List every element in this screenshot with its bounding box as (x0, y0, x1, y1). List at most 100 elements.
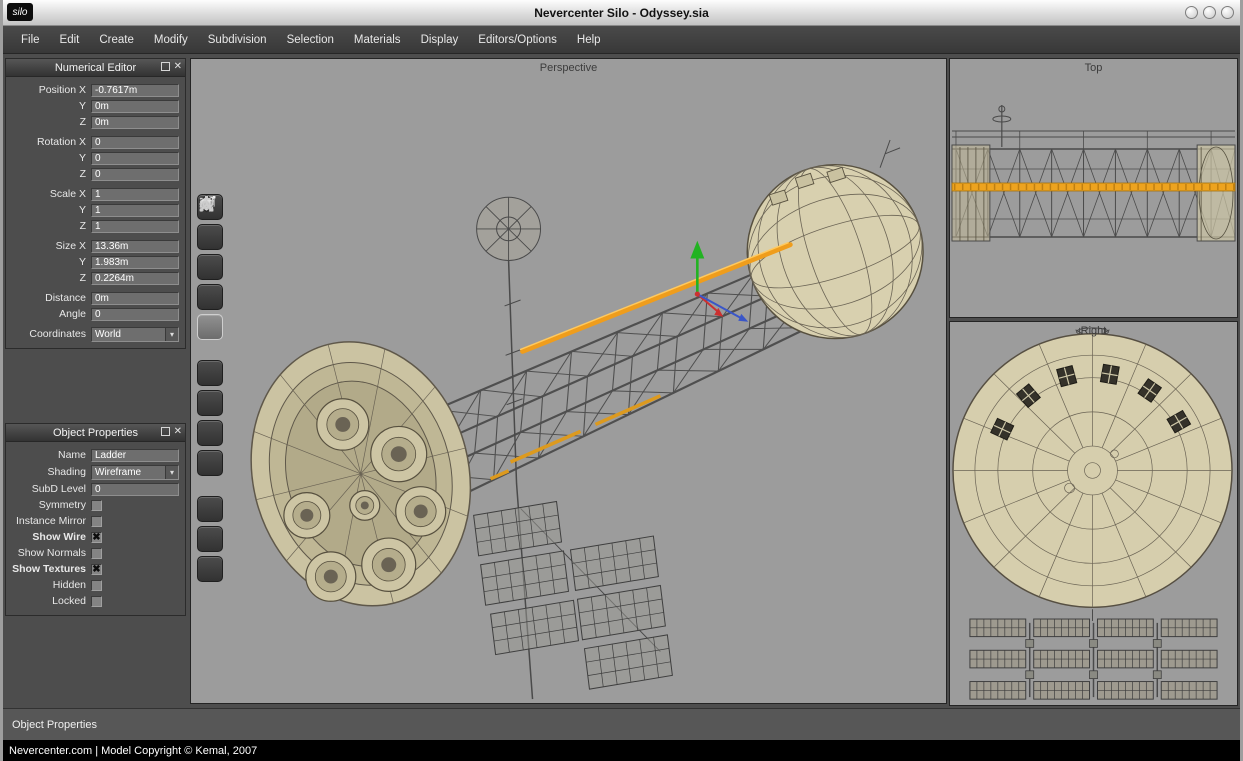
right-canvas[interactable] (950, 322, 1237, 705)
field-label: Scale X (8, 188, 86, 200)
field-label: Distance (8, 292, 86, 304)
field-label: Angle (8, 308, 86, 320)
spacecraft-model (224, 140, 946, 699)
scale-y-input[interactable] (91, 204, 179, 217)
checkbox-label: Show Textures (8, 563, 86, 575)
show-textures-checkbox[interactable] (91, 564, 102, 575)
panel-title: Object Properties (6, 427, 185, 439)
truss (429, 255, 812, 502)
checkbox-label: Locked (8, 595, 86, 607)
right-view-solar-panels (970, 619, 1217, 699)
chevron-down-icon (165, 466, 178, 479)
show-wire-checkbox[interactable] (91, 532, 102, 543)
checkbox-label: Hidden (8, 579, 86, 591)
viewport-label-top: Top (950, 62, 1237, 74)
field-label: Z (8, 220, 86, 232)
close-panel-icon[interactable] (174, 426, 182, 437)
checkbox-label: Instance Mirror (8, 515, 86, 527)
rotation-z-input[interactable] (91, 168, 179, 181)
lasso-select-button[interactable] (197, 556, 223, 582)
field-label: Size X (8, 240, 86, 252)
panel-title: Numerical Editor (6, 62, 185, 74)
shading-value: Wireframe (95, 467, 141, 478)
footer-bar: Nevercenter.com | Model Copyright © Kema… (3, 740, 1240, 761)
field-label: Coordinates (8, 328, 86, 340)
left-panel-column: Numerical Editor Position X Y Z Rotation… (4, 56, 188, 706)
top-view-ladder (952, 183, 1235, 191)
scale-x-input[interactable] (91, 188, 179, 201)
show-normals-checkbox[interactable] (91, 548, 102, 559)
menu-edit[interactable]: Edit (50, 26, 90, 54)
menu-modify[interactable]: Modify (144, 26, 198, 54)
shading-dropdown[interactable]: Wireframe (91, 465, 179, 480)
instance-mirror-checkbox[interactable] (91, 516, 102, 527)
top-viewport[interactable]: Top (949, 58, 1238, 318)
locked-checkbox[interactable] (91, 596, 102, 607)
size-y-input[interactable] (91, 256, 179, 269)
viewport-label-right: Right (950, 325, 1237, 337)
angle-input[interactable] (91, 308, 179, 321)
menu-help[interactable]: Help (567, 26, 611, 54)
viewport-toolbar (197, 194, 223, 582)
hidden-checkbox[interactable] (91, 580, 102, 591)
collapse-panel-icon[interactable] (161, 62, 170, 71)
symmetry-checkbox[interactable] (91, 500, 102, 511)
position-z-input[interactable] (91, 116, 179, 129)
solar-panels (474, 502, 673, 690)
menu-editors-options[interactable]: Editors/Options (468, 26, 567, 54)
rotation-y-input[interactable] (91, 152, 179, 165)
menu-subdivision[interactable]: Subdivision (198, 26, 277, 54)
app-window: silo Nevercenter Silo - Odyssey.sia File… (0, 0, 1243, 761)
field-label: Position X (8, 84, 86, 96)
status-text: Object Properties (12, 719, 97, 731)
subd-level-input[interactable] (91, 483, 179, 496)
menu-bar: File Edit Create Modify Subdivision Sele… (3, 26, 1240, 54)
title-bar[interactable]: silo Nevercenter Silo - Odyssey.sia (3, 0, 1240, 26)
menu-materials[interactable]: Materials (344, 26, 411, 54)
viewport-label-perspective: Perspective (191, 62, 946, 74)
numerical-editor-header[interactable]: Numerical Editor (6, 59, 185, 77)
object-name-input[interactable] (91, 449, 179, 462)
top-view-end-modules (952, 145, 1235, 241)
field-label: Y (8, 152, 86, 164)
window-maximize-button[interactable] (1203, 6, 1216, 19)
numerical-editor-panel: Numerical Editor Position X Y Z Rotation… (5, 58, 186, 349)
right-view-sphere (953, 334, 1232, 608)
right-viewport[interactable]: Right (949, 321, 1238, 706)
menu-selection[interactable]: Selection (277, 26, 344, 54)
size-z-input[interactable] (91, 272, 179, 285)
close-panel-icon[interactable] (174, 61, 182, 72)
status-bar: Object Properties (3, 708, 1240, 740)
position-y-input[interactable] (91, 100, 179, 113)
coordinates-dropdown[interactable]: World (91, 327, 179, 342)
right-viewport-column: Top (949, 56, 1239, 706)
checkbox-label: Show Normals (8, 547, 86, 559)
distance-input[interactable] (91, 292, 179, 305)
menu-display[interactable]: Display (411, 26, 469, 54)
size-x-input[interactable] (91, 240, 179, 253)
window-close-button[interactable] (1221, 6, 1234, 19)
field-label: Z (8, 272, 86, 284)
footer-text: Nevercenter.com | Model Copyright © Kema… (9, 745, 257, 757)
checkbox-label: Symmetry (8, 499, 86, 511)
field-label: Z (8, 168, 86, 180)
field-label: Z (8, 116, 86, 128)
menu-file[interactable]: File (11, 26, 50, 54)
perspective-viewport[interactable]: Perspective (190, 58, 947, 704)
menu-create[interactable]: Create (89, 26, 144, 54)
engine-module (224, 319, 499, 629)
field-label: SubD Level (8, 483, 86, 495)
scale-z-input[interactable] (91, 220, 179, 233)
object-properties-header[interactable]: Object Properties (6, 424, 185, 442)
field-label: Name (8, 449, 86, 461)
rotation-x-input[interactable] (91, 136, 179, 149)
window-minimize-button[interactable] (1185, 6, 1198, 19)
position-x-input[interactable] (91, 84, 179, 97)
window-title: Nevercenter Silo - Odyssey.sia (534, 6, 709, 20)
app-logo: silo (7, 3, 33, 21)
top-canvas[interactable] (950, 59, 1237, 317)
collapse-panel-icon[interactable] (161, 427, 170, 436)
object-properties-panel: Object Properties Name Shading Wireframe (5, 423, 186, 616)
perspective-canvas[interactable] (191, 59, 946, 703)
field-label: Rotation X (8, 136, 86, 148)
